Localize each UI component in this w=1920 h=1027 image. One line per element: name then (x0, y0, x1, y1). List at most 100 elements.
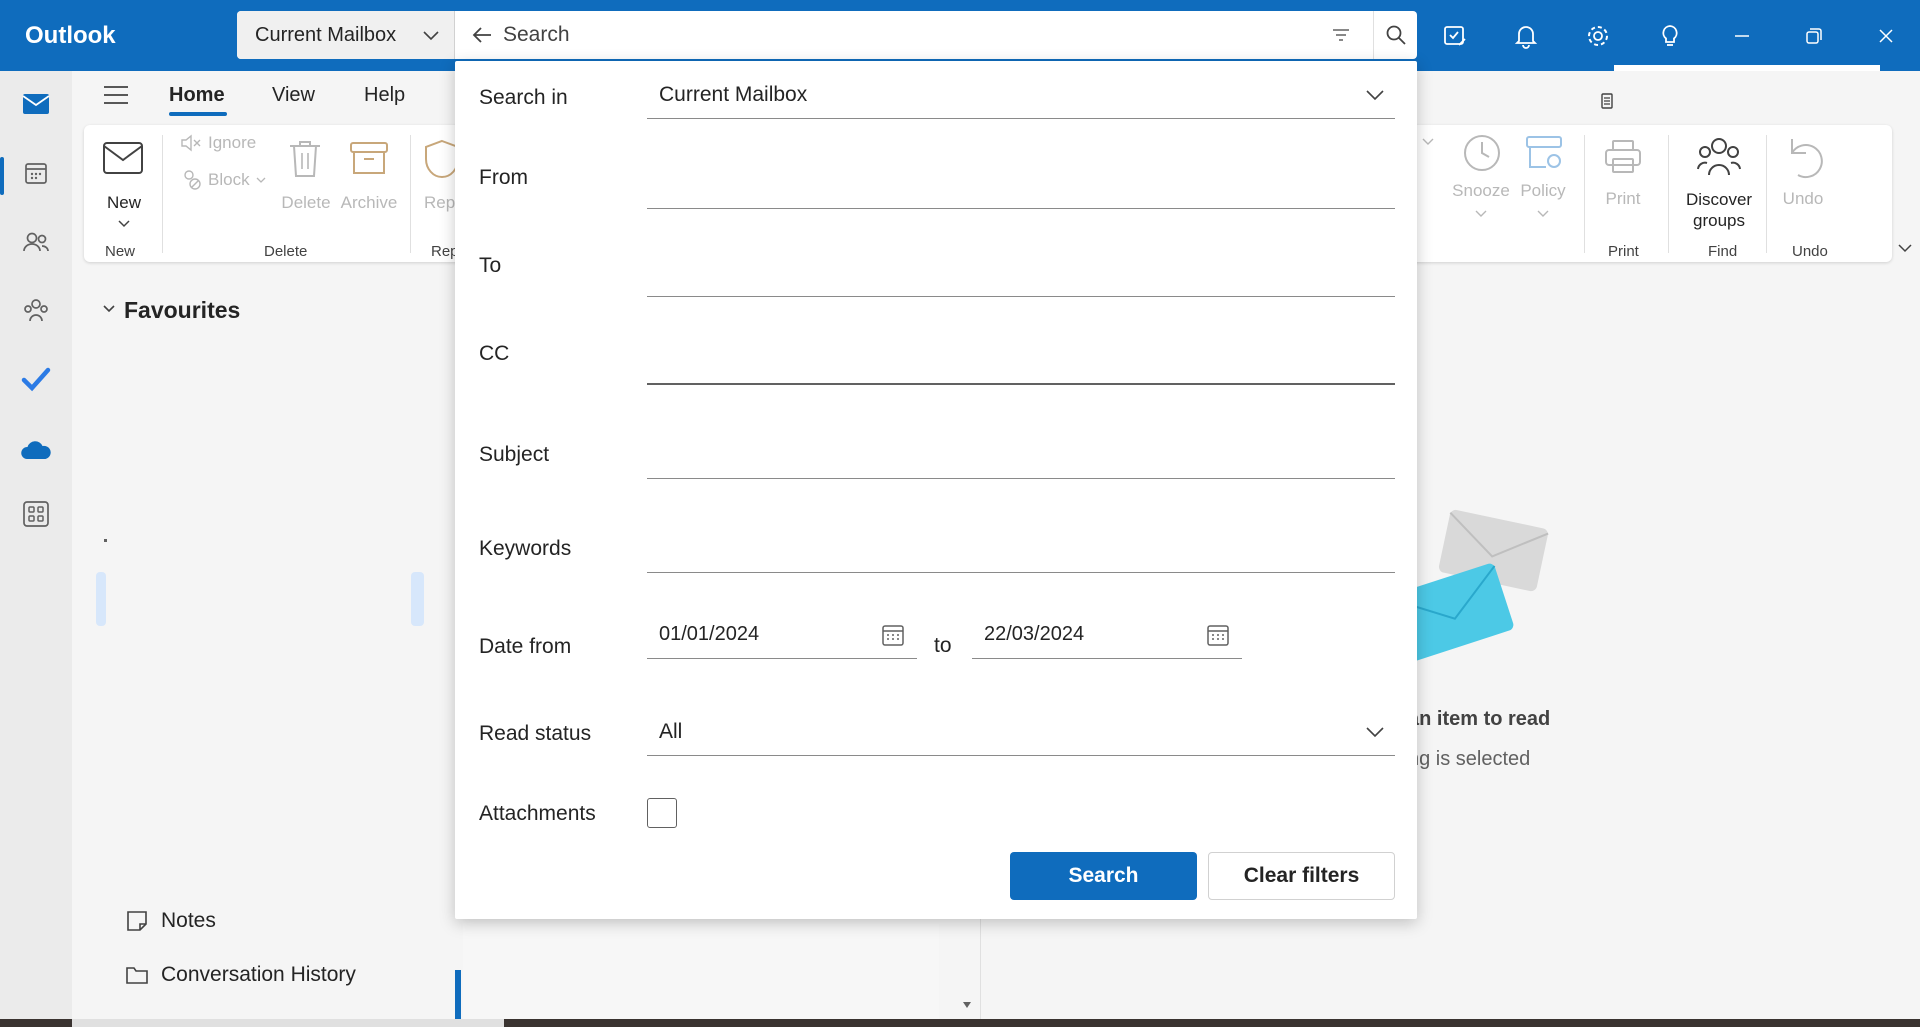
ribbon-separator (162, 135, 163, 253)
new-mail-button[interactable]: New (94, 133, 154, 233)
chevron-down-icon (256, 176, 266, 184)
chevron-down-icon[interactable] (102, 303, 116, 315)
search-submit-button[interactable] (1373, 11, 1417, 59)
discover-groups-button[interactable]: Discover groups (1672, 129, 1766, 239)
cc-label: CC (479, 342, 510, 365)
minimize-icon[interactable] (1724, 18, 1760, 54)
favourites-heading[interactable]: Favourites (124, 297, 240, 324)
loading-placeholder (96, 572, 106, 626)
onedrive-icon[interactable] (16, 430, 56, 470)
policy-icon (1524, 133, 1564, 173)
reading-pane-title: an item to read (1408, 708, 1551, 730)
close-icon[interactable] (1868, 18, 1904, 54)
ribbon-separator (1584, 135, 1585, 253)
group-find-label: Find (1708, 243, 1738, 260)
undo-label: Undo (1782, 189, 1824, 208)
undo-button[interactable]: Undo (1774, 129, 1832, 229)
undo-icon (1784, 135, 1824, 179)
tab-home-indicator (169, 112, 227, 116)
calendar-icon[interactable] (1206, 623, 1230, 647)
subject-label: Subject (479, 443, 550, 466)
print-label: Print (1605, 189, 1641, 208)
reading-pane-subtitle: ng is selected (1408, 748, 1531, 770)
restore-icon[interactable] (1796, 18, 1832, 54)
scroll-down-icon[interactable] (961, 1000, 973, 1010)
new-label: New (106, 193, 141, 212)
ignore-button[interactable]: Ignore (180, 133, 256, 153)
trash-icon (286, 138, 324, 180)
loading-placeholder (411, 572, 424, 626)
search-button[interactable]: Search (1010, 852, 1197, 900)
keywords-label: Keywords (479, 537, 572, 560)
apps-icon[interactable] (16, 494, 56, 534)
ribbon-mode-icon[interactable] (1600, 92, 1614, 110)
my-day-icon[interactable] (1437, 18, 1473, 54)
chevron-down-icon (1422, 137, 1434, 147)
back-arrow-icon[interactable] (471, 24, 493, 46)
from-field[interactable] (647, 161, 1395, 209)
read-status-dropdown[interactable]: All (647, 708, 1395, 756)
calendar-icon[interactable] (881, 623, 905, 647)
to-field[interactable] (647, 249, 1395, 297)
block-user-icon (180, 169, 202, 191)
horizontal-scrollbar[interactable] (72, 1019, 504, 1027)
filter-icon[interactable] (1331, 25, 1351, 45)
titlebar-highlight (1614, 65, 1880, 71)
todo-icon[interactable] (16, 359, 56, 399)
tab-home[interactable]: Home (169, 84, 225, 107)
clear-filters-button[interactable]: Clear filters (1208, 852, 1395, 900)
tab-help[interactable]: Help (364, 84, 405, 107)
app-rail (0, 71, 72, 1027)
chevron-down-icon (1365, 85, 1385, 105)
cc-field[interactable] (647, 337, 1395, 385)
rail-active-indicator (0, 157, 4, 195)
bell-icon[interactable] (1508, 18, 1544, 54)
folder-conversation-history[interactable]: Conversation History (125, 963, 356, 987)
hamburger-menu-icon[interactable] (102, 84, 130, 106)
date-to-value: 22/03/2024 (984, 623, 1085, 645)
from-label: From (479, 166, 528, 189)
groups-icon (1696, 135, 1742, 179)
search-scope-dropdown[interactable]: Current Mailbox (237, 11, 455, 59)
chevron-down-icon (118, 219, 130, 229)
mail-icon[interactable] (16, 84, 56, 124)
chevron-down-icon (1537, 209, 1549, 219)
search-in-value: Current Mailbox (659, 82, 808, 106)
date-from-value: 01/01/2024 (659, 623, 760, 645)
archive-label: Archive (340, 193, 398, 212)
chevron-down-icon (422, 26, 440, 44)
block-button[interactable]: Block (180, 169, 266, 191)
search-in-label: Search in (479, 86, 568, 109)
lightbulb-icon[interactable] (1652, 18, 1688, 54)
group-print-label: Print (1608, 243, 1639, 260)
print-button[interactable]: Print (1592, 129, 1654, 229)
to-label: To (479, 254, 502, 277)
attachments-checkbox[interactable] (647, 798, 677, 828)
note-icon (125, 909, 149, 933)
discover-groups-label: Discover groups (1685, 190, 1753, 230)
groups-icon[interactable] (16, 291, 56, 331)
date-to-field[interactable]: 22/03/2024 (972, 611, 1242, 659)
keywords-field[interactable] (647, 525, 1395, 573)
ribbon-separator (1766, 135, 1767, 253)
search-box[interactable]: Current Mailbox Search (237, 11, 1417, 59)
ribbon-expand-chevron-icon[interactable] (1897, 242, 1913, 254)
snooze-button[interactable]: Snooze (1450, 129, 1512, 229)
delete-button[interactable]: Delete (278, 133, 334, 212)
search-in-dropdown[interactable]: Current Mailbox (647, 71, 1395, 119)
people-icon[interactable] (16, 222, 56, 262)
gear-icon[interactable] (1580, 18, 1616, 54)
chevron-down-icon (1365, 722, 1385, 742)
folder-notes[interactable]: Notes (125, 909, 216, 933)
policy-button[interactable]: Policy (1512, 129, 1574, 229)
date-from-field[interactable]: 01/01/2024 (647, 611, 917, 659)
search-input[interactable]: Search (503, 23, 570, 47)
ribbon-separator (410, 135, 411, 253)
read-status-label: Read status (479, 722, 592, 745)
archive-button[interactable]: Archive (338, 133, 400, 212)
policy-label: Policy (1520, 181, 1566, 200)
archive-icon (349, 139, 389, 177)
calendar-icon[interactable] (16, 153, 56, 193)
tab-view[interactable]: View (272, 84, 315, 107)
subject-field[interactable] (647, 431, 1395, 479)
